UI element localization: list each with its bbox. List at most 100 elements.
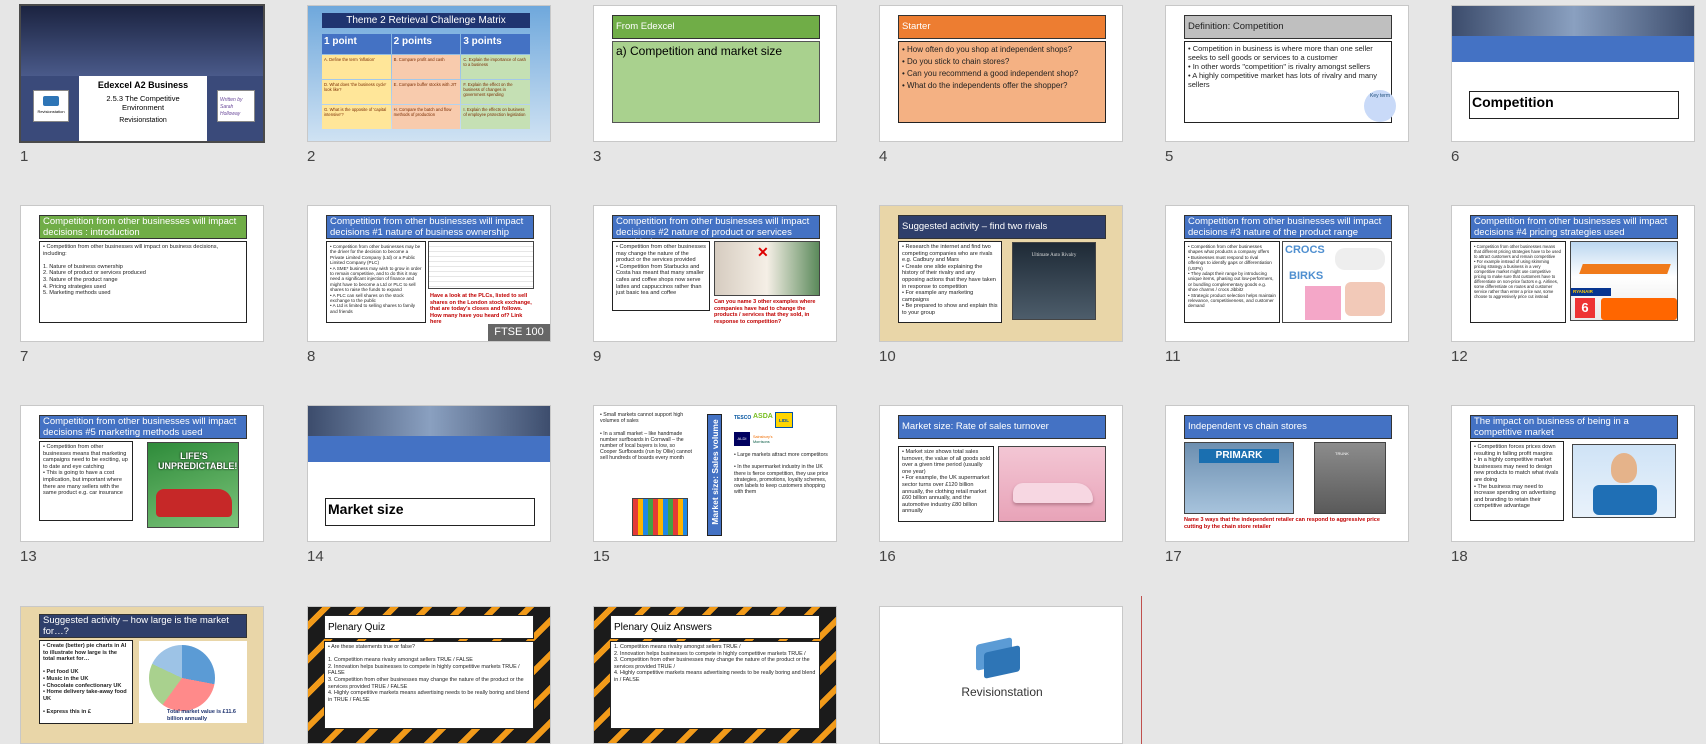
coffee-shops-image: ✕	[714, 241, 820, 296]
header-blue-band	[308, 436, 550, 462]
slide-number: 5	[1165, 148, 1174, 165]
slide-19-body: • Create (better) pie charts in AI to il…	[39, 640, 133, 724]
slide-21-preview: Plenary Quiz Answers 1. Competition mean…	[593, 606, 837, 744]
footwear-brands-image: CROCS BIRKS	[1282, 241, 1392, 323]
slide-3-preview: From Edexcel a) Competition and market s…	[593, 5, 837, 142]
revisionstation-logo-small: Revisionstation	[33, 90, 69, 122]
slide-number: 2	[307, 148, 316, 165]
slide-17-note: Name 3 ways that the independent retaile…	[1184, 517, 1380, 530]
slide-number: 7	[20, 348, 29, 365]
birks-logo: BIRKS	[1289, 270, 1324, 282]
slide-2-preview: Theme 2 Retrieval Challenge Matrix 1 poi…	[307, 5, 551, 142]
slide-15-vertical-title: Market size: Sales volume	[710, 419, 720, 525]
morrisons-logo: Morrisons	[753, 440, 770, 444]
slide-number: 16	[879, 548, 896, 565]
slide-number: 4	[879, 148, 888, 165]
primark-sign: PRIMARK	[1199, 449, 1279, 463]
business-people-image	[21, 6, 263, 76]
slide-5-body: • Competition in business is where more …	[1184, 41, 1392, 123]
slide-14-preview: Market size	[307, 405, 551, 542]
slide-10-title: Suggested activity – find two rivals	[898, 215, 1106, 239]
slide-6-title: Competition	[1469, 91, 1679, 119]
slide-7-title: Competition from other businesses will i…	[39, 215, 247, 239]
slide-7-preview: Competition from other businesses will i…	[20, 205, 264, 342]
crocs-logo: CROCS	[1285, 244, 1325, 256]
slide-sorter-grid: Edexcel A2 Business 2.5.3 The Competitiv…	[0, 0, 1706, 744]
revisionstation-logo-icon	[976, 637, 1022, 679]
sainsburys-logo: Sainsbury's	[753, 435, 773, 439]
slide-13-preview: Competition from other businesses will i…	[20, 405, 264, 542]
slide-11-title: Competition from other businesses will i…	[1184, 215, 1392, 239]
slide-21-title: Plenary Quiz Answers	[610, 615, 820, 639]
matrix-cell: D. What does 'the business cycle' look l…	[322, 80, 391, 104]
matrix-cell: B. Compare profit and cash	[391, 55, 461, 79]
slide-number: 9	[593, 348, 602, 365]
slide-4-body: • How often do you shop at independent s…	[898, 41, 1106, 123]
slide-20-title: Plenary Quiz	[324, 615, 534, 639]
slide-number: 12	[1451, 348, 1468, 365]
lidl-logo: LIDL	[775, 412, 793, 428]
slide-3-title: From Edexcel	[612, 15, 820, 39]
matrix-cell: G. What is the opposite of 'capital inte…	[322, 105, 391, 129]
slide-9-body: • Competition from other businesses may …	[612, 241, 710, 311]
slide-1-title: Edexcel A2 Business	[97, 80, 189, 90]
insurance-advert-image: LIFE'S UNPREDICTABLE!	[147, 442, 239, 528]
primark-store-image: PRIMARK	[1184, 442, 1294, 514]
plane-shape	[1579, 264, 1671, 274]
slide-2-title: Theme 2 Retrieval Challenge Matrix	[322, 13, 530, 28]
slide-12-body: • Competition from other businesses mean…	[1470, 241, 1566, 323]
slide-10-body: • Research the internet and find two com…	[898, 241, 1002, 323]
title-panel: Edexcel A2 Business 2.5.3 The Competitiv…	[79, 76, 207, 141]
logo-text: Revisionstation	[37, 109, 65, 114]
slide-18-preview: The impact on business of being in a com…	[1451, 405, 1695, 542]
slide-number: 11	[1165, 348, 1181, 365]
matrix-cell: H. Compare the batch and flow methods of…	[391, 105, 461, 129]
slide-8-preview: Competition from other businesses will i…	[307, 205, 551, 342]
slide-11-preview: Competition from other businesses will i…	[1165, 205, 1409, 342]
supermarket-logos: TESCO ASDA LIDL ALDI Sainsbury's Morriso…	[734, 412, 796, 446]
header-photo-strip	[308, 406, 550, 436]
asda-logo: ASDA	[753, 413, 773, 420]
slide-13-body: • Competition from other businesses mean…	[39, 441, 133, 521]
slide-16-title: Market size: Rate of sales turnover	[898, 415, 1106, 439]
sandals-image	[1345, 282, 1385, 316]
rival-cars-image: Ultimate Auto Rivalry	[1012, 242, 1096, 320]
ftse-100-badge: FTSE 100	[488, 324, 550, 341]
slide-17-preview: Independent vs chain stores PRIMARK TRUN…	[1165, 405, 1409, 542]
slide-11-body: • Competition from other businesses shap…	[1184, 241, 1280, 323]
slide-3-body: a) Competition and market size	[612, 41, 820, 123]
car-shape	[1013, 483, 1093, 503]
independent-store-image: TRUNK	[1314, 442, 1386, 514]
vertical-title-bar: Market size: Sales volume	[707, 414, 722, 536]
slide-number: 13	[20, 548, 37, 565]
slide-1-preview: Edexcel A2 Business 2.5.3 The Competitiv…	[19, 4, 265, 143]
tesco-logo: TESCO	[734, 415, 752, 421]
header-blue-band	[1452, 36, 1694, 62]
crashed-car-shape	[156, 489, 232, 517]
easyjet-image	[1601, 298, 1677, 320]
slide-4-preview: Starter • How often do you shop at indep…	[879, 5, 1123, 142]
pink-product-image	[1305, 286, 1341, 320]
slide-number: 15	[593, 548, 610, 565]
matrix-cell: I. Explain the effects on business of em…	[461, 105, 530, 129]
slide-15-right-text: • Large markets attract more competitors…	[734, 452, 829, 496]
slide-5-title: Definition: Competition	[1184, 15, 1392, 39]
slide-number: 18	[1451, 548, 1468, 565]
slide-18-body: • Competition forces prices down resulti…	[1470, 441, 1564, 521]
products-shape	[1593, 485, 1657, 515]
slide-8-body: • Competition from other businesses may …	[326, 241, 426, 323]
pink-car-image	[998, 446, 1106, 522]
logo-icon	[43, 96, 59, 106]
header-photo-strip	[1452, 6, 1694, 36]
slide-20-body: • Are these statements true or false? 1.…	[324, 641, 534, 729]
share-price-table-image	[428, 241, 534, 289]
revisionstation-wordmark: Revisionstation	[961, 685, 1043, 699]
slide-19-preview: Suggested activity – how large is the ma…	[20, 606, 264, 744]
slide-15-preview: • Small markets cannot support high volu…	[593, 405, 837, 542]
insertion-cursor	[1141, 596, 1142, 744]
advert-slogan: LIFE'S UNPREDICTABLE!	[158, 451, 238, 471]
slide-number: 8	[307, 348, 316, 365]
ryanair-logo: RYANAIR	[1571, 288, 1611, 296]
slide-17-title: Independent vs chain stores	[1184, 415, 1392, 439]
slide-number: 17	[1165, 548, 1182, 565]
